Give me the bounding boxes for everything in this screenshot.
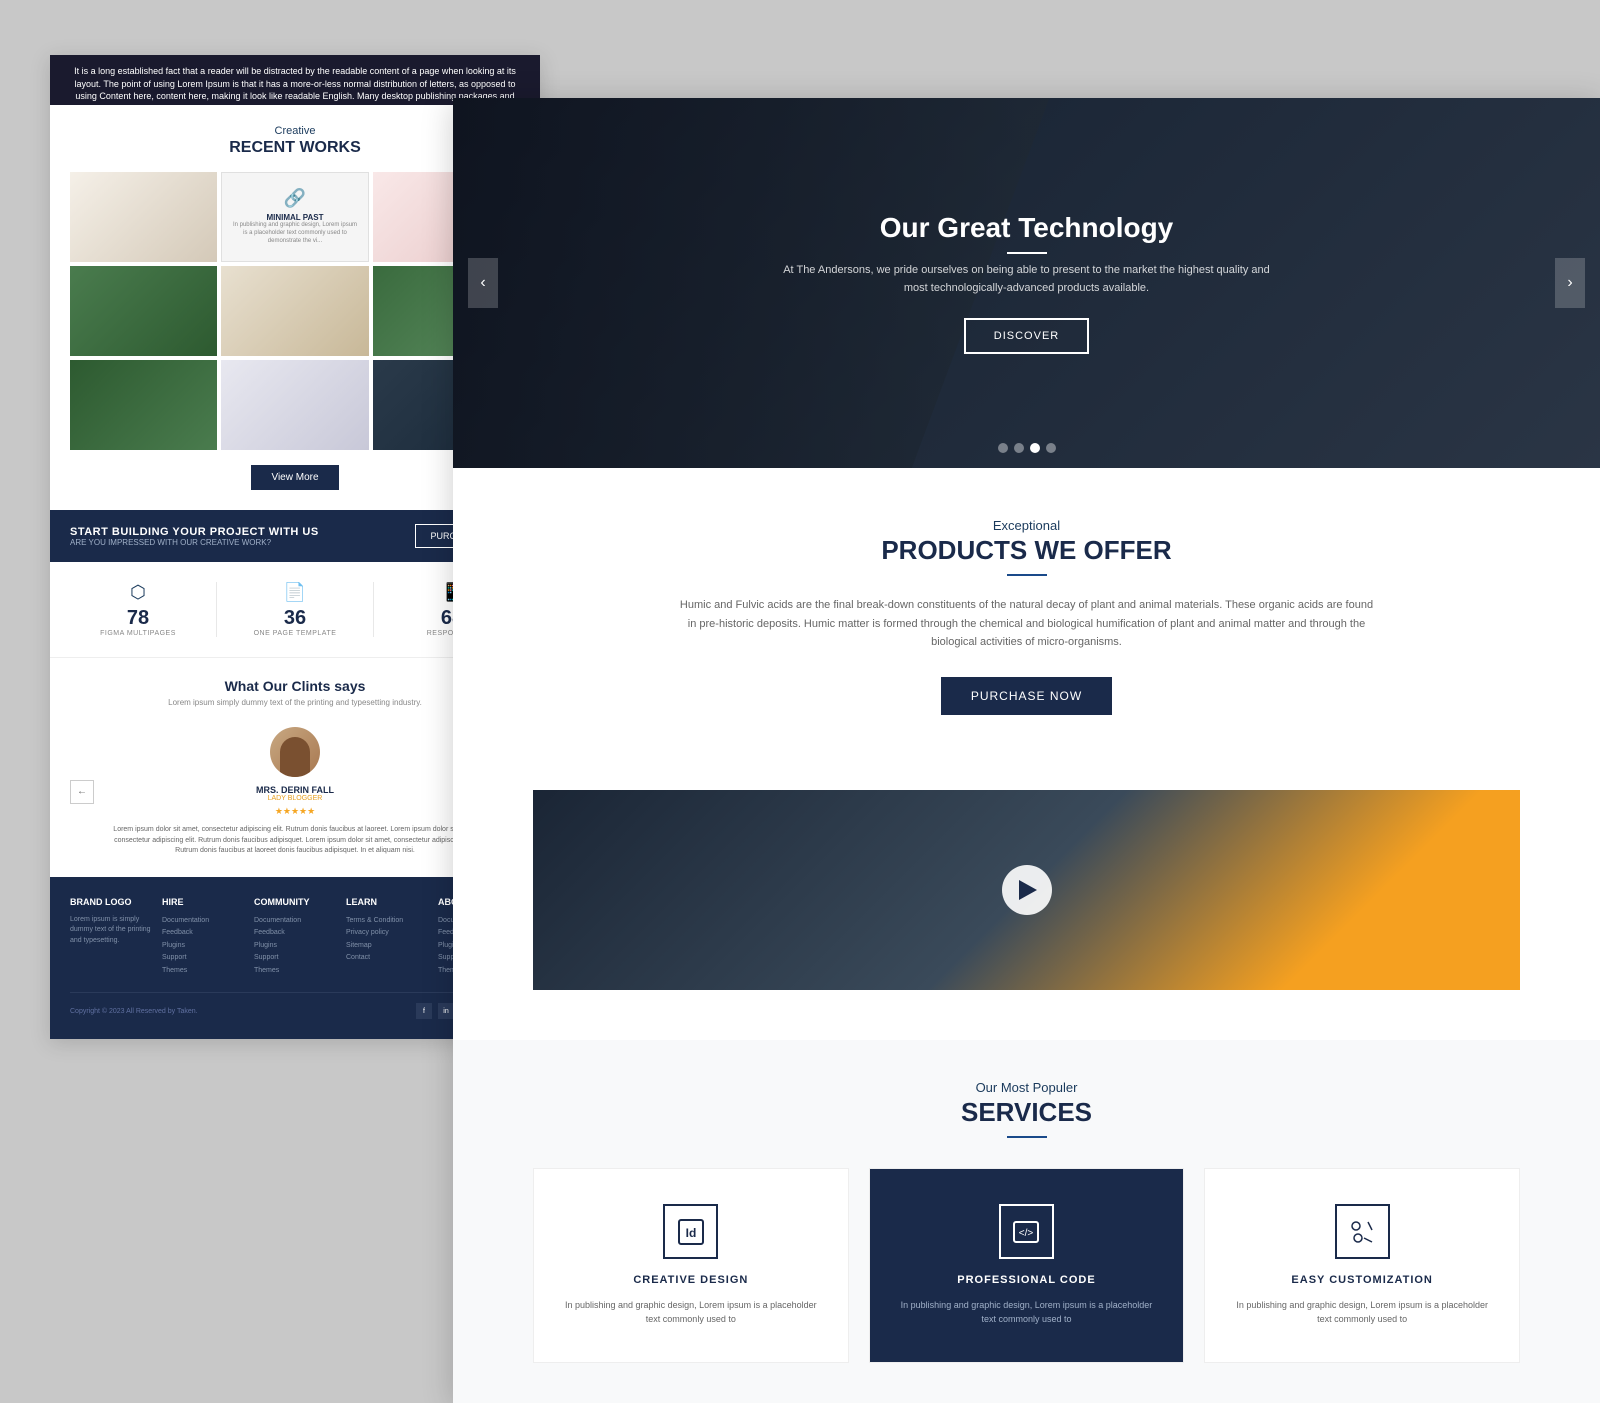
svg-text:</>: </>: [1019, 1228, 1034, 1239]
hero-description: At The Andersons, we pride ourselves on …: [777, 262, 1277, 297]
service-card-design: Id CREATIVE DESIGN In publishing and gra…: [533, 1168, 849, 1363]
cta-subtext: ARE YOU IMPRESSED WITH OUR CREATIVE WORK…: [70, 538, 319, 547]
figma-icon: ⬡: [60, 582, 216, 603]
footer-col-community: COMMUNITY Documentation Feedback Plugins…: [254, 897, 336, 978]
products-underline: [1007, 574, 1047, 576]
reviewer-name: MRS. DERIN FALL: [104, 785, 486, 795]
cta-text: START BUILDING YOUR PROJECT WITH US ARE …: [70, 526, 319, 547]
service-code-desc: In publishing and graphic design, Lorem …: [895, 1298, 1159, 1327]
play-icon: [1019, 880, 1037, 900]
facebook-icon[interactable]: f: [416, 1003, 432, 1019]
stat-onepage-label: ONE PAGE TEMPLATE: [217, 630, 373, 637]
footer-brand-heading: BRAND LOGO: [70, 897, 152, 907]
stat-onepage: 📄 36 ONE PAGE TEMPLATE: [216, 582, 373, 637]
slider-dot-3[interactable]: [1030, 443, 1040, 453]
services-underline: [1007, 1136, 1047, 1138]
avatar: [270, 727, 320, 777]
services-grid: Id CREATIVE DESIGN In publishing and gra…: [533, 1168, 1520, 1363]
onepage-icon: 📄: [217, 582, 373, 603]
discover-button[interactable]: DISCOVER: [964, 318, 1089, 354]
work-item-featured[interactable]: 🔗 MINIMAL PAST In publishing and graphic…: [221, 172, 368, 262]
footer-learn-heading: LEARN: [346, 897, 428, 907]
service-card-custom: EASY CUSTOMIZATION In publishing and gra…: [1204, 1168, 1520, 1363]
footer-link[interactable]: Support: [254, 952, 336, 965]
service-custom-title: EASY CUSTOMIZATION: [1230, 1274, 1494, 1286]
copyright: Copyright © 2023 All Reserved by Taken.: [70, 1008, 198, 1015]
footer-link[interactable]: Themes: [162, 965, 244, 978]
services-section: Our Most Populer SERVICES Id CREATIVE DE…: [453, 1040, 1600, 1403]
products-title: PRODUCTS WE OFFER: [533, 535, 1520, 566]
work-item-8[interactable]: [221, 360, 368, 450]
footer-link[interactable]: Contact: [346, 952, 428, 965]
stat-figma-label: FIGMA MULTIPAGES: [60, 630, 216, 637]
footer-hire-heading: HIRE: [162, 897, 244, 907]
services-title: SERVICES: [533, 1097, 1520, 1128]
service-design-title: CREATIVE DESIGN: [559, 1274, 823, 1286]
footer-link[interactable]: Sitemap: [346, 940, 428, 953]
slider-dot-4[interactable]: [1046, 443, 1056, 453]
featured-title: MINIMAL PAST: [266, 213, 323, 222]
slider-dots: [998, 443, 1056, 453]
purchase-now-button[interactable]: PURCHASE NOW: [941, 677, 1112, 715]
footer-link[interactable]: Terms & Condition: [346, 915, 428, 928]
review-text: Lorem ipsum dolor sit amet, consectetur …: [104, 825, 486, 857]
view-more-button[interactable]: View More: [251, 465, 338, 490]
footer-link[interactable]: Privacy policy: [346, 927, 428, 940]
footer-brand-text: Lorem ipsum is simply dummy text of the …: [70, 915, 152, 947]
creative-design-icon: Id: [663, 1204, 718, 1259]
slider-next-button[interactable]: ›: [1555, 258, 1585, 308]
footer-link[interactable]: Feedback: [254, 927, 336, 940]
slider-dot-1[interactable]: [998, 443, 1008, 453]
easy-customization-icon: [1335, 1204, 1390, 1259]
linkedin-icon[interactable]: in: [438, 1003, 454, 1019]
footer-link[interactable]: Documentation: [162, 915, 244, 928]
featured-desc: In publishing and graphic design, Lorem …: [230, 222, 359, 245]
avatar-figure: [280, 737, 310, 777]
service-card-code: </> PROFESSIONAL CODE In publishing and …: [869, 1168, 1185, 1363]
hero-content: Our Great Technology At The Andersons, w…: [777, 212, 1277, 353]
footer-link[interactable]: Support: [162, 952, 244, 965]
footer-col-learn: LEARN Terms & Condition Privacy policy S…: [346, 897, 428, 978]
products-subtitle: Exceptional: [533, 518, 1520, 533]
hero-title: Our Great Technology: [777, 212, 1277, 244]
footer-link[interactable]: Plugins: [254, 940, 336, 953]
right-panel: ‹ Our Great Technology At The Andersons,…: [453, 98, 1600, 1403]
work-item-4[interactable]: [70, 266, 217, 356]
footer-link[interactable]: Documentation: [254, 915, 336, 928]
slider-prev-button[interactable]: ‹: [468, 258, 498, 308]
footer-col-brand: BRAND LOGO Lorem ipsum is simply dummy t…: [70, 897, 152, 978]
service-custom-desc: In publishing and graphic design, Lorem …: [1230, 1298, 1494, 1327]
testimonial-prev-button[interactable]: ←: [70, 780, 94, 804]
svg-text:Id: Id: [685, 1226, 696, 1240]
cta-heading: START BUILDING YOUR PROJECT WITH US: [70, 526, 319, 538]
footer-link[interactable]: Themes: [254, 965, 336, 978]
testimonial-content: MRS. DERIN FALL LADY BLOGGER ★★★★★ Lorem…: [94, 727, 496, 857]
work-item-7[interactable]: [70, 360, 217, 450]
hero-divider: [1007, 252, 1047, 254]
stat-figma-number: 78: [60, 607, 216, 630]
footer-link[interactable]: Plugins: [162, 940, 244, 953]
featured-icon: 🔗: [284, 188, 306, 209]
video-container: [533, 790, 1520, 990]
footer-col-hire: HIRE Documentation Feedback Plugins Supp…: [162, 897, 244, 978]
star-rating: ★★★★★: [104, 806, 486, 817]
professional-code-icon: </>: [999, 1204, 1054, 1259]
stat-figma: ⬡ 78 FIGMA MULTIPAGES: [60, 582, 216, 637]
stat-onepage-number: 36: [217, 607, 373, 630]
footer-link[interactable]: Feedback: [162, 927, 244, 940]
footer-community-heading: COMMUNITY: [254, 897, 336, 907]
reviewer-role: LADY BLOGGER: [104, 795, 486, 802]
play-button[interactable]: [1002, 865, 1052, 915]
work-item-1[interactable]: [70, 172, 217, 262]
slider-dot-2[interactable]: [1014, 443, 1024, 453]
work-item-5[interactable]: [221, 266, 368, 356]
service-design-desc: In publishing and graphic design, Lorem …: [559, 1298, 823, 1327]
service-code-title: PROFESSIONAL CODE: [895, 1274, 1159, 1286]
products-description: Humic and Fulvic acids are the final bre…: [677, 596, 1377, 652]
products-section: Exceptional PRODUCTS WE OFFER Humic and …: [453, 468, 1600, 790]
hero-slider: ‹ Our Great Technology At The Andersons,…: [453, 98, 1600, 468]
services-subtitle: Our Most Populer: [533, 1080, 1520, 1095]
